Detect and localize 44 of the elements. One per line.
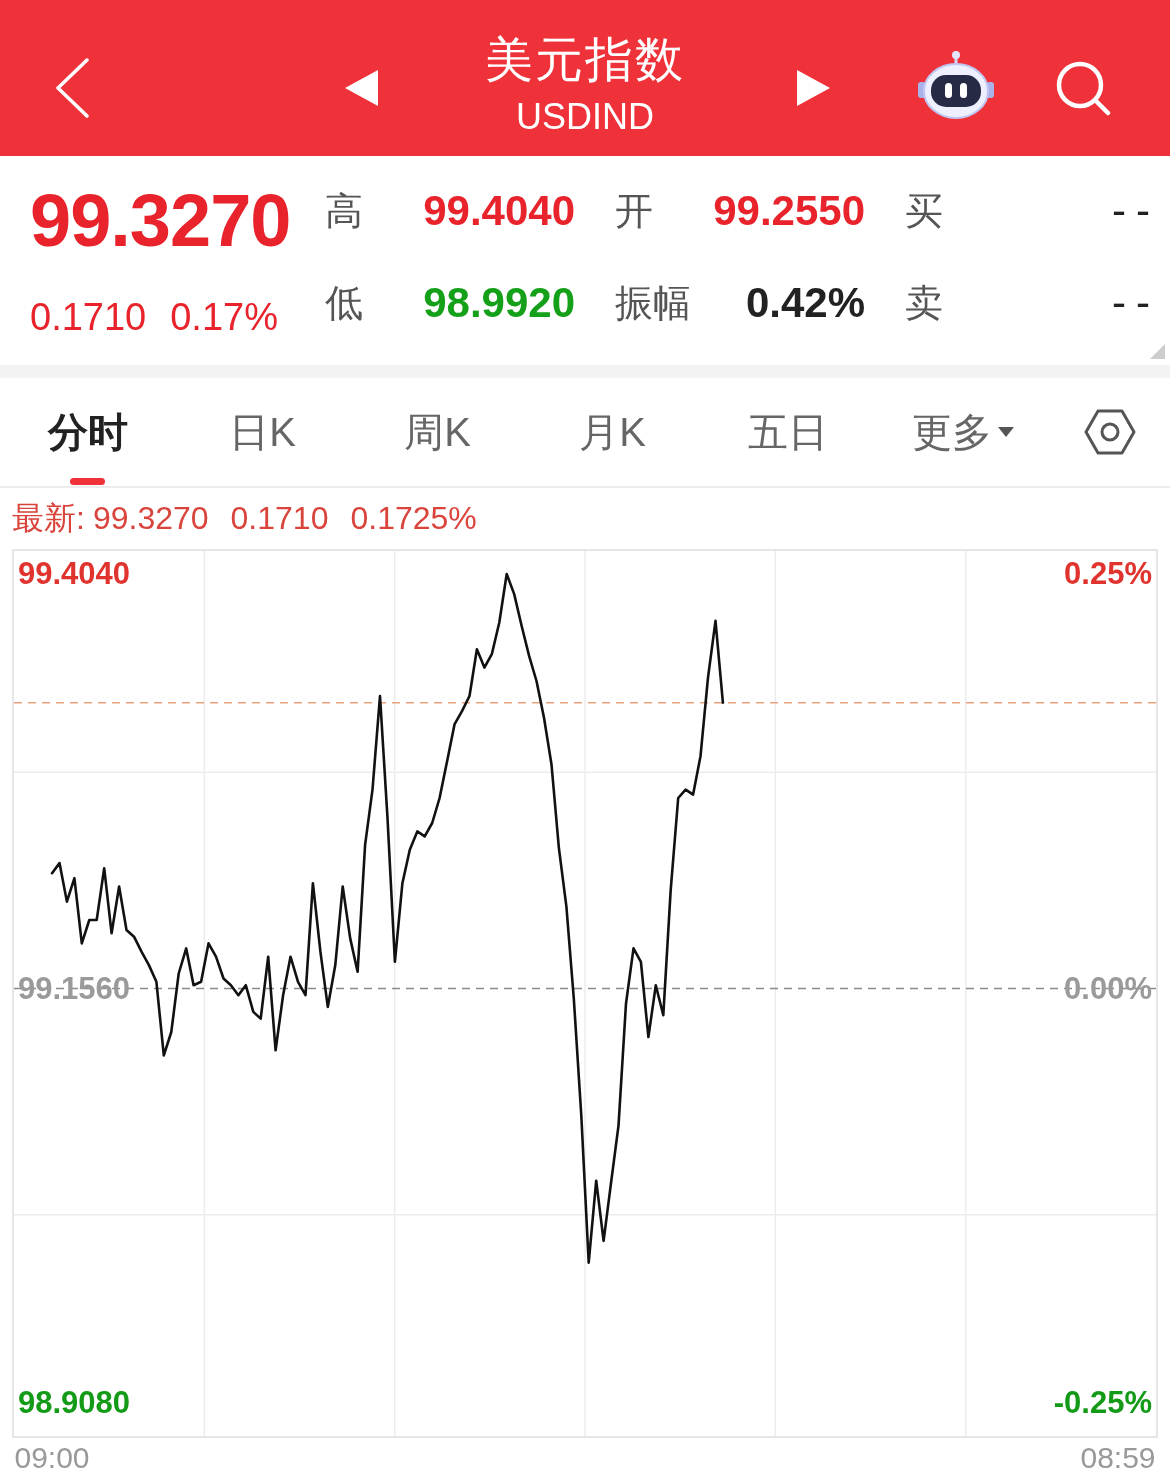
stat-label: 买 [905,188,944,234]
percent-axis-label: -0.25% [1053,1384,1152,1422]
stat-label: 高 [325,188,364,234]
tab-indicator [70,478,105,485]
time-axis-label: 09:00 [14,1440,90,1476]
time-axis-label: 08:59 [1080,1440,1156,1476]
back-icon[interactable] [55,58,89,118]
chart-tab[interactable]: 更多 [875,378,1050,486]
last-price: 99.3270 [30,181,292,261]
latest-label: 最新: [12,498,85,538]
symbol-code: USDIND [516,96,654,138]
stat-value: 99.4040 [423,187,575,235]
latest-change: 0.1710 [230,500,329,537]
page-title: 美元指数 [485,32,685,88]
stat-label: 振幅 [615,280,692,326]
latest-price: 99.3270 [92,500,209,537]
percent-axis-label: 0.00% [1064,969,1152,1008]
stat-value: -- [1112,187,1160,235]
robot-icon[interactable] [918,50,994,120]
caret-icon [997,427,1014,437]
chart-tab[interactable]: 分时 [0,378,175,486]
stat-label: 开 [615,188,654,234]
chart-tab[interactable]: 五日 [700,378,875,486]
stat-label: 低 [325,280,364,326]
chart-tab[interactable]: 日K [175,378,350,486]
stat-value: -- [1112,279,1160,327]
corner-triangle-icon [1150,344,1165,359]
stat-label: 卖 [905,280,944,326]
price-axis-label: 99.1560 [18,969,131,1008]
chart-tab[interactable]: 月K [525,378,700,486]
stat-value: 98.9920 [423,279,575,327]
search-icon[interactable] [1055,60,1111,116]
latest-percent: 0.1725% [350,500,477,537]
settings-icon[interactable] [1084,409,1136,455]
price-change: 0.1710 [30,295,147,339]
price-axis-label: 99.4040 [18,555,131,593]
stat-value: 0.42% [745,279,865,327]
percent-change: 0.17% [170,295,278,339]
triangle-left-icon[interactable] [345,70,378,106]
chart-tab[interactable]: 周K [350,378,525,486]
percent-axis-label: 0.25% [1064,555,1152,593]
price-axis-label: 98.9080 [18,1384,131,1422]
triangle-right-icon[interactable] [797,70,830,106]
stat-value: 99.2550 [713,187,865,235]
